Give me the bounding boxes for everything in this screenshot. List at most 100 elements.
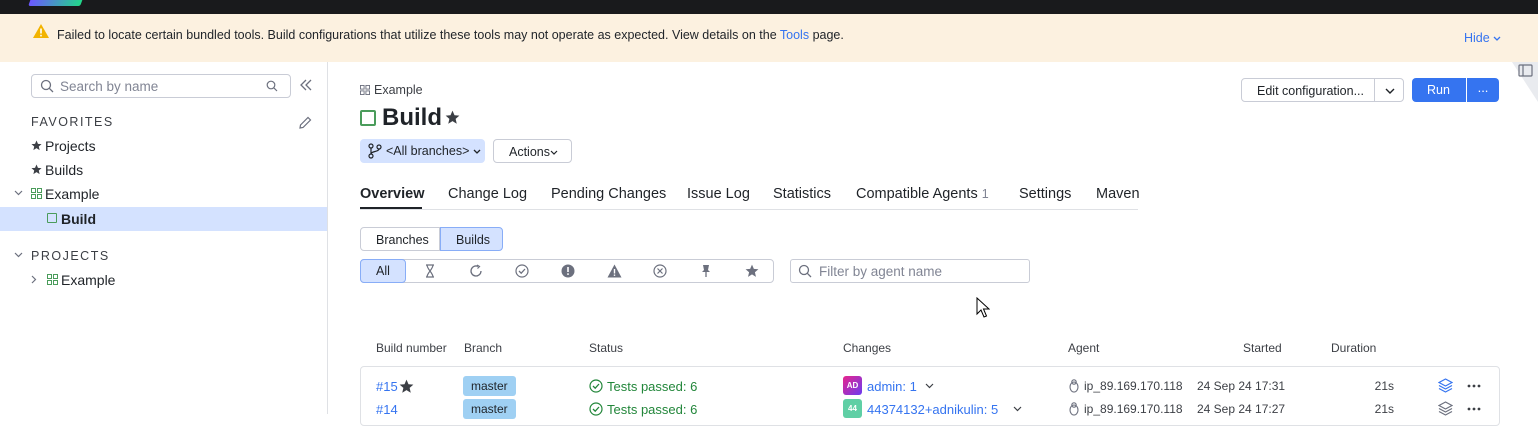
edit-configuration-button[interactable]: Edit configuration... xyxy=(1241,78,1375,102)
branch-selector-label: <All branches> xyxy=(386,144,481,158)
tab-settings[interactable]: Settings xyxy=(1019,186,1071,202)
project-icon xyxy=(47,274,58,285)
builds-view-toggle[interactable]: Builds xyxy=(440,227,503,251)
pin-icon[interactable] xyxy=(699,264,713,278)
more-options-icon[interactable] xyxy=(1467,384,1481,388)
sidebar-item-builds[interactable]: Builds xyxy=(0,158,327,182)
actions-label: Actions xyxy=(509,145,558,159)
collapse-sidebar-icon[interactable] xyxy=(299,78,313,92)
sidebar-item-label: Example xyxy=(61,272,116,288)
sidebar-search-input[interactable]: Search by name xyxy=(31,74,291,98)
avatar: AD xyxy=(843,376,862,395)
build-number-link[interactable]: #15 xyxy=(376,379,398,394)
tab-divider xyxy=(360,209,1138,210)
success-icon[interactable] xyxy=(515,264,529,278)
teamcity-logo[interactable] xyxy=(28,0,84,6)
run-label: Run xyxy=(1427,83,1450,97)
warning-message: Failed to locate certain bundled tools. … xyxy=(57,28,844,42)
tab-compatible-agents-label: Compatible Agents xyxy=(856,186,978,202)
edit-favorites-icon[interactable] xyxy=(297,115,313,131)
status-text[interactable]: Tests passed: 6 xyxy=(607,402,697,417)
branches-toggle-label: Branches xyxy=(376,233,429,247)
pin-star-icon[interactable] xyxy=(399,379,414,394)
branch-selector[interactable]: <All branches> xyxy=(360,139,485,163)
sidebar: Search by name FAVORITES Projects Builds… xyxy=(0,62,328,414)
changes-link[interactable]: 44374132+adnikulin: 5 xyxy=(867,402,998,417)
build-status-filter: All xyxy=(360,259,774,283)
builds-toggle-label: Builds xyxy=(456,233,491,247)
agent-filter-input[interactable]: Filter by agent name xyxy=(790,259,1030,283)
project-icon xyxy=(31,188,42,199)
changes-link[interactable]: admin: 1 xyxy=(867,379,917,394)
sidebar-item-label: Builds xyxy=(45,162,84,178)
column-header-branch: Branch xyxy=(464,341,503,355)
run-more-button[interactable]: ... xyxy=(1467,78,1499,102)
artifacts-icon[interactable] xyxy=(1438,378,1453,393)
chevron-down-icon xyxy=(550,150,558,155)
edit-configuration-dropdown[interactable] xyxy=(1374,78,1404,102)
chevron-down-icon[interactable] xyxy=(14,252,23,258)
tab-overview[interactable]: Overview xyxy=(360,186,425,202)
build-config-icon xyxy=(360,110,376,126)
branch-selector-text: <All branches> xyxy=(386,144,470,158)
hide-warning-button[interactable]: Hide xyxy=(1464,31,1501,45)
tab-issue-log[interactable]: Issue Log xyxy=(687,186,750,202)
chevron-down-icon xyxy=(1385,88,1395,94)
tab-maven[interactable]: Maven xyxy=(1096,186,1140,202)
agent-name[interactable]: ip_89.169.170.118 xyxy=(1084,379,1183,393)
search-icon xyxy=(798,264,812,278)
column-header-duration: Duration xyxy=(1331,341,1377,355)
tab-compatible-agents[interactable]: Compatible Agents 1 xyxy=(856,186,989,202)
project-icon xyxy=(360,85,370,95)
warning-text: Failed to locate certain bundled tools. … xyxy=(57,28,780,42)
active-tab-indicator xyxy=(360,207,422,209)
branches-view-toggle[interactable]: Branches xyxy=(360,227,440,251)
edit-configuration-label: Edit configuration... xyxy=(1257,84,1365,98)
warning-icon[interactable] xyxy=(607,264,622,278)
sidebar-item-build[interactable]: Build xyxy=(0,207,327,231)
favorite-star-icon[interactable] xyxy=(445,110,460,125)
hide-label: Hide xyxy=(1464,31,1490,45)
build-config-icon xyxy=(47,213,57,223)
chevron-down-icon[interactable] xyxy=(1013,406,1022,412)
filter-all[interactable]: All xyxy=(360,259,406,283)
breadcrumb[interactable]: Example xyxy=(360,83,423,97)
sidebar-item-example[interactable]: Example xyxy=(0,182,327,206)
branch-badge[interactable]: master xyxy=(463,399,516,419)
error-icon[interactable] xyxy=(561,264,575,278)
started-time: 24 Sep 24 17:31 xyxy=(1197,379,1286,393)
chevron-down-icon[interactable] xyxy=(925,383,934,389)
chevron-down-icon xyxy=(473,149,481,154)
feedback-corner-icon[interactable] xyxy=(1512,62,1538,102)
actions-button[interactable]: Actions xyxy=(493,139,572,163)
run-button[interactable]: Run xyxy=(1412,78,1466,102)
more-options-icon[interactable] xyxy=(1467,407,1481,411)
agent-filter-placeholder: Filter by agent name xyxy=(819,264,943,279)
hourglass-icon[interactable] xyxy=(423,264,437,278)
running-icon[interactable] xyxy=(469,264,483,278)
sidebar-item-project-example[interactable]: Example xyxy=(0,268,327,292)
cancelled-icon[interactable] xyxy=(653,264,667,278)
success-icon xyxy=(589,379,603,393)
favorites-section-title: FAVORITES xyxy=(31,115,114,129)
mouse-cursor-icon xyxy=(976,297,990,318)
table-row[interactable]: #14 master Tests passed: 6 44 44374132+a… xyxy=(360,397,1500,421)
chevron-right-icon[interactable] xyxy=(31,275,37,284)
tools-link[interactable]: Tools xyxy=(780,28,809,42)
branch-icon xyxy=(368,143,382,159)
column-header-status: Status xyxy=(589,341,624,355)
sidebar-item-projects[interactable]: Projects xyxy=(0,134,327,158)
tab-pending-changes[interactable]: Pending Changes xyxy=(551,186,666,202)
search-shortcut-icon xyxy=(266,80,278,92)
star-icon[interactable] xyxy=(745,264,759,278)
build-number-link[interactable]: #14 xyxy=(376,402,398,417)
chevron-down-icon[interactable] xyxy=(14,190,23,196)
tab-change-log[interactable]: Change Log xyxy=(448,186,527,202)
table-row[interactable]: #15 master Tests passed: 6 AD admin: 1 i… xyxy=(360,374,1500,398)
branch-badge[interactable]: master xyxy=(463,376,516,396)
compatible-agents-count: 1 xyxy=(981,187,989,201)
top-navigation-bar xyxy=(0,0,1538,14)
status-text[interactable]: Tests passed: 6 xyxy=(607,379,697,394)
tab-statistics[interactable]: Statistics xyxy=(773,186,831,202)
duration: 21s xyxy=(1374,379,1394,393)
